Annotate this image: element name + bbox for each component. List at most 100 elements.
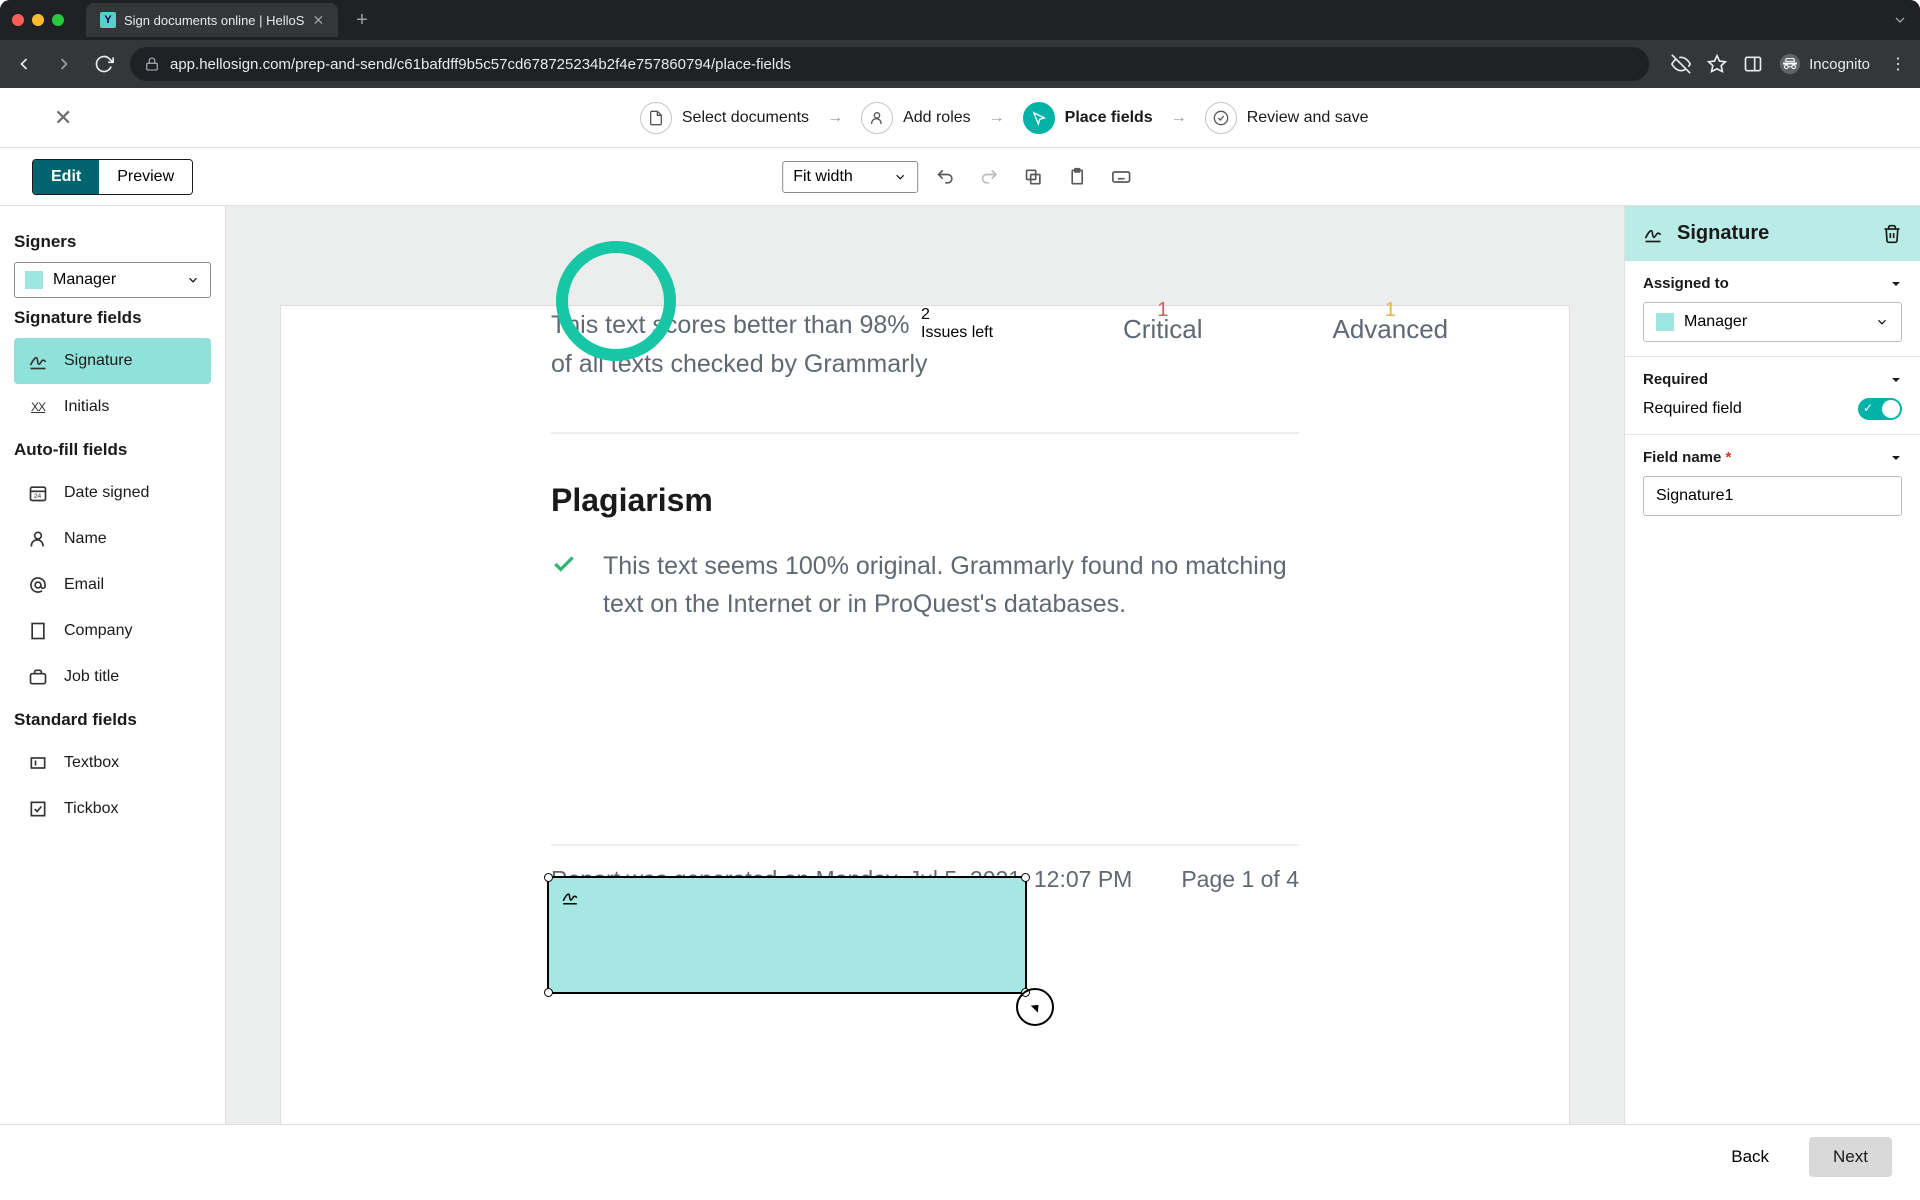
- tabs-menu-icon[interactable]: [1892, 12, 1908, 28]
- signer-swatch-icon: [25, 271, 43, 289]
- close-tab-icon[interactable]: ✕: [312, 12, 324, 29]
- chevron-down-icon: [186, 273, 200, 287]
- standard-fields-heading: Standard fields: [14, 710, 211, 730]
- delete-icon[interactable]: [1882, 224, 1902, 244]
- maximize-window-icon[interactable]: [52, 14, 64, 26]
- side-panel-icon[interactable]: [1743, 54, 1763, 74]
- step-place-fields[interactable]: Place fields: [1023, 102, 1153, 134]
- signers-heading: Signers: [14, 232, 211, 252]
- field-signature[interactable]: Signature: [14, 338, 211, 384]
- document-icon: [640, 102, 672, 134]
- edit-tab[interactable]: Edit: [33, 160, 99, 194]
- person-icon: [861, 102, 893, 134]
- textbox-icon: [26, 751, 50, 775]
- field-name[interactable]: Name: [14, 516, 211, 562]
- field-company[interactable]: Company: [14, 608, 211, 654]
- caret-down-icon[interactable]: [1890, 278, 1902, 290]
- svg-text:24: 24: [34, 493, 42, 500]
- cursor-icon: [1023, 102, 1055, 134]
- resize-handle[interactable]: [544, 988, 553, 997]
- stepper: Select documents → Add roles → Place fie…: [640, 102, 1369, 134]
- step-select-documents[interactable]: Select documents: [640, 102, 809, 134]
- step-add-roles[interactable]: Add roles: [861, 102, 971, 134]
- keyboard-button[interactable]: [1104, 160, 1138, 194]
- url-field[interactable]: app.hellosign.com/prep-and-send/c61bafdf…: [130, 47, 1649, 81]
- field-job-title[interactable]: Job title: [14, 654, 211, 700]
- tab-title: Sign documents online | HelloS: [124, 13, 304, 28]
- copy-button[interactable]: [1016, 160, 1050, 194]
- caret-down-icon[interactable]: [1890, 374, 1902, 386]
- field-tickbox[interactable]: Tickbox: [14, 786, 211, 832]
- document-page[interactable]: 2 Issues left 1 Critical 1 Advanced: [281, 306, 1569, 1124]
- plagiarism-row: This text seems 100% original. Grammarly…: [551, 547, 1299, 625]
- required-toggle[interactable]: ✓: [1858, 398, 1902, 420]
- undo-button[interactable]: [928, 160, 962, 194]
- browser-chrome: Y Sign documents online | HelloS ✕ + app…: [0, 0, 1920, 88]
- close-editor-button[interactable]: ✕: [24, 99, 112, 137]
- score-ring: [556, 241, 676, 361]
- new-tab-button[interactable]: +: [348, 9, 376, 32]
- step-review-save[interactable]: Review and save: [1205, 102, 1369, 134]
- plagiarism-heading: Plagiarism: [551, 482, 1299, 519]
- next-button[interactable]: Next: [1809, 1137, 1892, 1177]
- checkmark-icon: [551, 551, 577, 577]
- chevron-down-icon: [1875, 315, 1889, 329]
- assigned-to-select[interactable]: Manager: [1643, 302, 1902, 342]
- eye-off-icon[interactable]: [1671, 54, 1691, 74]
- zoom-select[interactable]: Fit width: [782, 161, 918, 193]
- field-email[interactable]: Email: [14, 562, 211, 608]
- field-initials[interactable]: XX Initials: [14, 384, 211, 430]
- url-text: app.hellosign.com/prep-and-send/c61bafdf…: [170, 56, 791, 73]
- signature-icon: [1643, 224, 1663, 244]
- cursor-indicator-icon: [1016, 988, 1054, 1026]
- close-window-icon[interactable]: [12, 14, 24, 26]
- signer-select[interactable]: Manager: [14, 262, 211, 298]
- lock-icon: [144, 56, 160, 72]
- redo-button[interactable]: [972, 160, 1006, 194]
- metric-critical: 1 Critical: [1123, 306, 1202, 345]
- back-button[interactable]: Back: [1707, 1137, 1793, 1177]
- minimize-window-icon[interactable]: [32, 14, 44, 26]
- building-icon: [26, 619, 50, 643]
- signature-fields-heading: Signature fields: [14, 308, 211, 328]
- right-panel-header: Signature: [1625, 206, 1920, 261]
- browser-tab[interactable]: Y Sign documents online | HelloS ✕: [86, 3, 338, 37]
- assigned-to-section: Assigned to Manager: [1625, 261, 1920, 357]
- divider: [551, 432, 1299, 434]
- signature-icon: [26, 349, 50, 373]
- browser-menu-icon[interactable]: ⋮: [1886, 54, 1910, 74]
- briefcase-icon: [26, 665, 50, 689]
- document-canvas[interactable]: 2 Issues left 1 Critical 1 Advanced: [226, 206, 1624, 1124]
- initials-icon: XX: [26, 395, 50, 419]
- metric-issues: 2 Issues left: [921, 306, 993, 345]
- arrow-icon: →: [827, 109, 843, 127]
- calendar-icon: 24: [26, 481, 50, 505]
- caret-down-icon[interactable]: [1890, 452, 1902, 464]
- signer-swatch-icon: [1656, 313, 1674, 331]
- footer-bar: Back Next: [0, 1124, 1920, 1188]
- at-icon: [26, 573, 50, 597]
- tab-bar: Y Sign documents online | HelloS ✕ +: [0, 0, 1920, 40]
- tickbox-icon: [26, 797, 50, 821]
- tool-row: Edit Preview Fit width: [0, 148, 1920, 206]
- field-textbox[interactable]: Textbox: [14, 740, 211, 786]
- field-date-signed[interactable]: 24 Date signed: [14, 470, 211, 516]
- right-panel: Signature Assigned to Manager Required: [1624, 206, 1920, 1124]
- resize-handle[interactable]: [1021, 873, 1030, 882]
- forward-button[interactable]: [50, 54, 78, 74]
- required-section: Required Required field ✓: [1625, 357, 1920, 435]
- reload-button[interactable]: [90, 54, 118, 74]
- placed-signature-field[interactable]: [547, 876, 1027, 994]
- field-name-section: Field name *: [1625, 435, 1920, 530]
- favicon-icon: Y: [100, 12, 116, 28]
- arrow-icon: →: [989, 109, 1005, 127]
- back-button[interactable]: [10, 54, 38, 74]
- pen-icon: [561, 888, 579, 906]
- incognito-indicator[interactable]: Incognito: [1779, 53, 1870, 75]
- preview-tab[interactable]: Preview: [99, 160, 192, 194]
- resize-handle[interactable]: [544, 873, 553, 882]
- star-icon[interactable]: [1707, 54, 1727, 74]
- paste-button[interactable]: [1060, 160, 1094, 194]
- field-name-input[interactable]: [1643, 476, 1902, 516]
- arrow-icon: →: [1171, 109, 1187, 127]
